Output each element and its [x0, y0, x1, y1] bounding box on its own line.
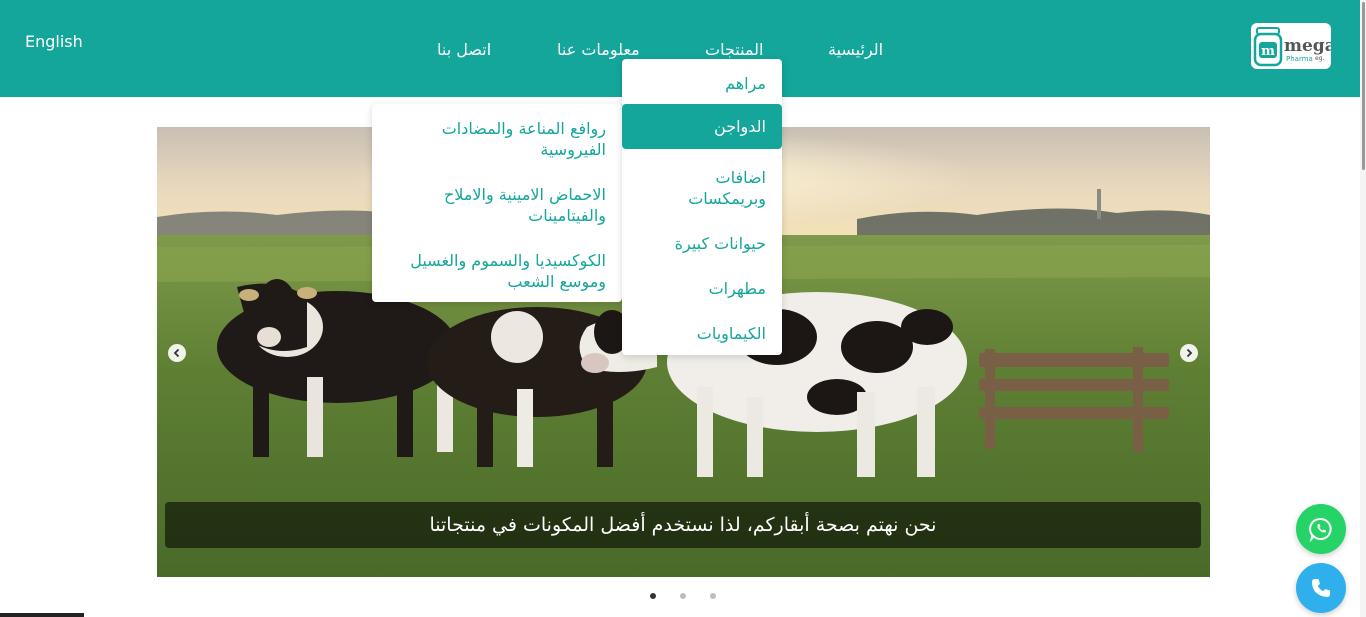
site-logo[interactable]: m mega Pharma eg.	[1251, 23, 1331, 69]
logo-sub-text: Pharma	[1286, 55, 1313, 63]
phone-call-button[interactable]	[1296, 563, 1346, 613]
carousel-next-button[interactable]	[1180, 344, 1198, 362]
logo-brand-text: mega	[1284, 36, 1331, 56]
nav-products[interactable]: المنتجات	[705, 40, 764, 59]
carousel-dot-1[interactable]	[650, 593, 656, 599]
products-item-ointments[interactable]: مراهم	[622, 73, 782, 94]
chevron-right-icon	[1186, 348, 1193, 358]
nav-contact-us[interactable]: اتصل بنا	[437, 40, 491, 59]
products-item-premixes[interactable]: اضافات وبريمكسات	[622, 167, 782, 209]
products-item-disinfectants[interactable]: مطهرات	[622, 278, 782, 299]
nav-home[interactable]: الرئيسية	[828, 40, 883, 59]
scrollbar-thumb[interactable]	[1362, 2, 1365, 170]
whatsapp-icon	[1309, 517, 1332, 542]
products-item-poultry[interactable]: الدواجن	[622, 104, 782, 149]
bottom-progress-bar	[0, 613, 84, 617]
carousel-prev-button[interactable]	[168, 344, 186, 362]
submenu-item-amino-acids[interactable]: الاحماض الامينية والاملاح والفيتامينات	[372, 184, 622, 226]
submenu-item-immunity[interactable]: روافع المناعة والمضادات الفيروسية	[372, 118, 622, 160]
logo-suffix-text: eg.	[1315, 55, 1325, 62]
poultry-submenu: روافع المناعة والمضادات الفيروسية الاحما…	[372, 104, 622, 302]
carousel-dot-3[interactable]	[710, 593, 716, 599]
phone-icon	[1312, 579, 1330, 597]
svg-text:m: m	[1261, 44, 1275, 59]
products-item-large-animals[interactable]: حيوانات كبيرة	[622, 233, 782, 254]
page-scrollbar[interactable]	[1360, 0, 1366, 617]
carousel-indicators	[645, 591, 725, 601]
products-dropdown: مراهم الدواجن اضافات وبريمكسات حيوانات ك…	[622, 59, 782, 355]
nav-about-us[interactable]: معلومات عنا	[557, 40, 640, 59]
carousel-dot-2[interactable]	[680, 593, 686, 599]
submenu-item-coccidiosis[interactable]: الكوكسيديا والسموم والغسيل وموسع الشعب	[372, 250, 622, 292]
whatsapp-button[interactable]	[1296, 504, 1346, 554]
language-switch-link[interactable]: English	[25, 32, 83, 51]
chevron-left-icon	[173, 348, 180, 358]
products-item-chemicals[interactable]: الكيماويات	[622, 323, 782, 344]
carousel-caption: نحن نهتم بصحة أبقاركم، لذا نستخدم أفضل ا…	[165, 502, 1201, 548]
